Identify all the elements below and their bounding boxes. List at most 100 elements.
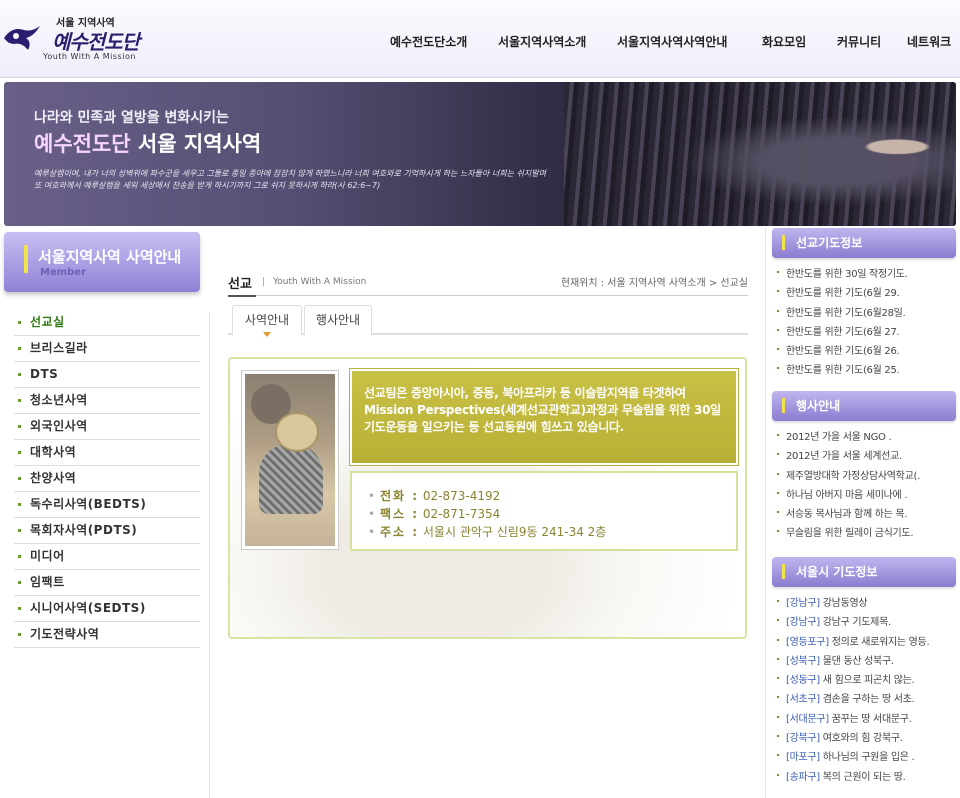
- item-text: 하나님의 구원을 입은 .: [819, 752, 915, 764]
- list-item[interactable]: 한반도를 위한 30일 작정기도.: [774, 265, 956, 284]
- header-accent-bar: [782, 398, 785, 413]
- page-title: 선교: [228, 273, 256, 297]
- sidebar-item-youth[interactable]: 청소년사역: [14, 388, 200, 414]
- sidebar-item-priscilla[interactable]: 브리스길라: [14, 336, 200, 362]
- sidebar-menu: 선교실 브리스길라 DTS 청소년사역 외국인사역 대학사역 찬양사역 독수리사…: [14, 310, 200, 648]
- list-item[interactable]: [서대문구] 꿈꾸는 땅 서대문구.: [774, 710, 956, 729]
- list-item[interactable]: [강남구] 강남구 기도제목.: [774, 613, 956, 632]
- sidebar-item-prayer-strategy[interactable]: 기도전략사역: [14, 622, 200, 648]
- tab-event-info[interactable]: 행사안내: [304, 305, 372, 335]
- list-item[interactable]: 2012년 가을 서울 세계선교.: [774, 447, 956, 466]
- sidebar-item-sedts[interactable]: 시니어사역(SEDTS): [14, 596, 200, 622]
- address-label: 주소 :: [380, 525, 420, 539]
- list-item[interactable]: 한반도를 위한 기도(6월 25.: [774, 361, 956, 380]
- tab-ministry-info[interactable]: 사역안내: [232, 305, 302, 337]
- sidebar-item-missions[interactable]: 선교실: [14, 310, 200, 336]
- sidebar-item-university[interactable]: 대학사역: [14, 440, 200, 466]
- page-subtitle: Youth With A Mission: [273, 277, 367, 287]
- header-accent-bar: [782, 564, 785, 579]
- list-item[interactable]: [성동구] 새 힘으로 피곤치 않는.: [774, 671, 956, 690]
- list-item[interactable]: 한반도를 위한 기도(6월 29.: [774, 284, 956, 303]
- item-text: 여호와의 힘 강북구.: [819, 733, 903, 745]
- ministry-description: 선교팀은 중앙아시아, 중동, 북아프리카 등 이슬람지역을 타겟하여 Miss…: [349, 368, 739, 466]
- list-item[interactable]: 한반도를 위한 기도(6월28일.: [774, 304, 956, 323]
- worship-crowd-image: [564, 82, 956, 226]
- item-text: 꿈꾸는 땅 서대문구.: [828, 713, 912, 725]
- mission-prayer-box: 선교기도정보 한반도를 위한 30일 작정기도. 한반도를 위한 기도(6월 2…: [772, 228, 956, 381]
- list-item[interactable]: 한반도를 위한 기도(6월 26.: [774, 342, 956, 361]
- banner-title-brand: 예수전도단: [34, 132, 131, 156]
- seoul-prayer-header[interactable]: 서울시 기도정보: [772, 557, 956, 587]
- sidebar-item-pdts[interactable]: 목회자사역(PDTS): [14, 518, 200, 544]
- header-accent-bar: [782, 235, 785, 250]
- address-row: 주소 : 서울시 관악구 신림9동 241-34 2층: [368, 523, 720, 541]
- item-text: 새 힘으로 피곤치 않는.: [819, 675, 915, 687]
- fax-row: 팩스 : 02-871-7354: [368, 505, 720, 523]
- banner-title-region: 서울 지역사역: [130, 132, 262, 156]
- events-box: 행사안내 2012년 가을 서울 NGO . 2012년 가을 서울 세계선교.…: [772, 391, 956, 544]
- sidebar-item-foreigner[interactable]: 외국인사역: [14, 414, 200, 440]
- nav-item-ministries[interactable]: 서울지역사역사역안내: [617, 33, 727, 50]
- hat-shape: [275, 412, 319, 452]
- sidebar-item-praise[interactable]: 찬양사역: [14, 466, 200, 492]
- list-item[interactable]: [강남구] 강남동영상: [774, 594, 956, 613]
- district-tag: [강남구]: [786, 598, 820, 609]
- phone-row: 전화 : 02-873-4192: [368, 487, 720, 505]
- nav-item-about-ywam[interactable]: 예수전도단소개: [390, 33, 467, 50]
- sidebar-item-media[interactable]: 미디어: [14, 544, 200, 570]
- district-tag: [서대문구]: [786, 713, 829, 725]
- right-divider: [765, 228, 766, 798]
- nav-item-tuesday[interactable]: 화요모임: [762, 33, 806, 50]
- district-tag: [영등포구]: [786, 636, 829, 648]
- item-text: 정의로 새로워지는 영등.: [828, 636, 930, 648]
- list-item[interactable]: 무슬림을 위한 릴레이 금식기도.: [774, 524, 956, 543]
- list-item[interactable]: 제주열방대학 가정상담사역학교(.: [774, 467, 956, 486]
- seoul-prayer-list: [강남구] 강남동영상 [강남구] 강남구 기도제목. [영등포구] 정의로 새…: [772, 587, 956, 787]
- fax-value: 02-871-7354: [422, 507, 501, 521]
- district-tag: [성북구]: [786, 655, 820, 667]
- list-item[interactable]: [마포구] 하나님의 구원을 입은 .: [774, 748, 956, 767]
- sidebar-item-bedts[interactable]: 독수리사역(BEDTS): [14, 492, 200, 518]
- main-banner: 나라와 민족과 열방을 변화시키는 예수전도단 서울 지역사역 예루살렘이여, …: [4, 82, 956, 226]
- nav-item-community[interactable]: 커뮤니티: [837, 33, 881, 50]
- logo-main-text: 예수전도단: [52, 30, 140, 54]
- kneeling-figure: [259, 444, 323, 514]
- list-item[interactable]: [영등포구] 정의로 새로워지는 영등.: [774, 633, 956, 652]
- events-header[interactable]: 행사안내: [772, 391, 956, 421]
- item-text: 복의 근원이 되는 땅.: [819, 771, 906, 783]
- sidebar-item-impact[interactable]: 임팩트: [14, 570, 200, 596]
- title-accent-bar: [24, 245, 28, 273]
- logo-sub-text: Youth With A Mission: [43, 52, 136, 61]
- contact-info: 전화 : 02-873-4192 팩스 : 02-871-7354 주소 : 서…: [350, 471, 738, 551]
- sidebar-title-text: 서울지역사역 사역안내: [38, 248, 182, 266]
- current-location: 현재위치 : 서울 지역사역 사역소개 > 선교실: [560, 278, 748, 289]
- list-item[interactable]: 하나님 아버지 마음 세미나에 .: [774, 486, 956, 505]
- item-text: 물댄 동산 성북구.: [819, 655, 894, 667]
- seoul-prayer-title: 서울시 기도정보: [796, 565, 878, 579]
- sidebar-item-dts[interactable]: DTS: [14, 362, 200, 388]
- banner-title: 예수전도단 서울 지역사역: [34, 128, 261, 158]
- district-tag: [송파구]: [786, 771, 820, 783]
- fax-label: 팩스 :: [380, 507, 420, 521]
- prayer-photo: [242, 371, 338, 549]
- list-item[interactable]: [송파구] 복의 근원이 되는 땅.: [774, 768, 956, 787]
- events-list: 2012년 가을 서울 NGO . 2012년 가을 서울 세계선교. 제주열방…: [772, 421, 956, 544]
- dove-emblem-icon: [4, 26, 40, 50]
- nav-item-network[interactable]: 네트워크: [907, 33, 951, 50]
- list-item[interactable]: 서승동 목사님과 함께 하는 목.: [774, 505, 956, 524]
- district-tag: [성동구]: [786, 675, 820, 687]
- sidebar-subtitle: Member: [40, 267, 87, 278]
- address-value: 서울시 관악구 신림9동 241-34 2층: [422, 525, 607, 539]
- list-item[interactable]: 2012년 가을 서울 NGO .: [774, 428, 956, 447]
- list-item[interactable]: [성북구] 물댄 동산 성북구.: [774, 652, 956, 671]
- district-tag: [강북구]: [786, 733, 820, 745]
- item-text: 강남구 기도제목.: [819, 617, 891, 629]
- district-tag: [마포구]: [786, 752, 820, 764]
- sidebar-divider: [209, 312, 210, 798]
- mission-prayer-header[interactable]: 선교기도정보: [772, 228, 956, 258]
- nav-item-about-seoul[interactable]: 서울지역사역소개: [498, 33, 586, 50]
- list-item[interactable]: [서초구] 겸손을 구하는 땅 서초.: [774, 690, 956, 709]
- list-item[interactable]: 한반도를 위한 기도(6월 27.: [774, 323, 956, 342]
- site-logo[interactable]: 서울 지역사역 예수전도단 Youth With A Mission: [2, 14, 142, 64]
- list-item[interactable]: [강북구] 여호와의 힘 강북구.: [774, 729, 956, 748]
